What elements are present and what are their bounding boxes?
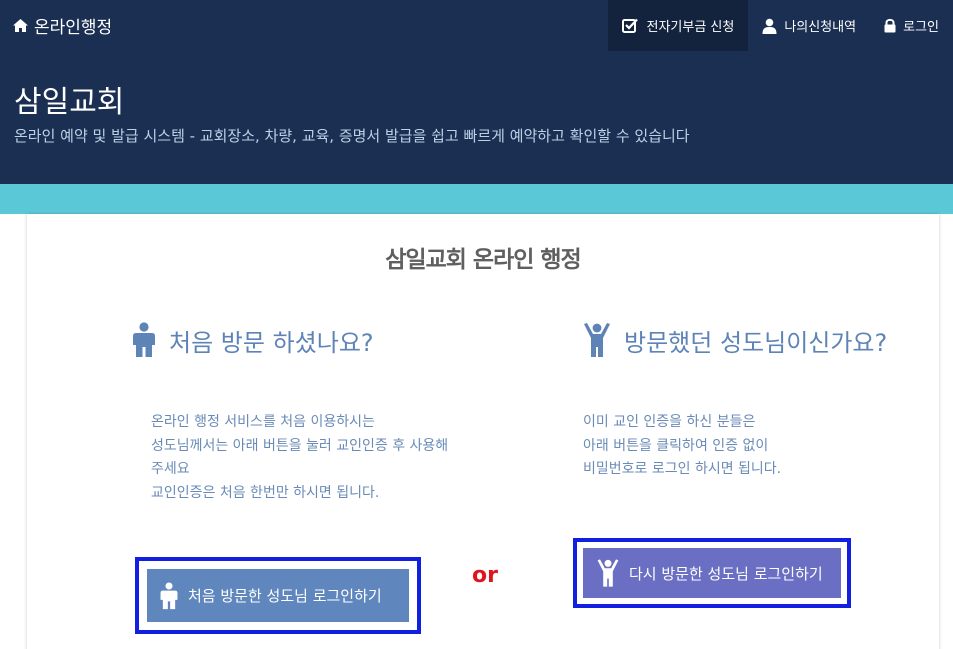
first-visit-heading-text: 처음 방문 하셨나요? (169, 328, 374, 357)
return-visit-line: 이미 교인 인증을 하신 분들은 (583, 414, 756, 430)
person-standing-icon (159, 580, 179, 612)
nav-item-login-label: 로그인 (903, 20, 939, 35)
accent-strip (0, 184, 953, 214)
return-visit-login-button[interactable]: 다시 방문한 성도님 로그인하기 (583, 548, 841, 598)
nav-item-donation[interactable]: 전자기부금 신청 (608, 0, 749, 51)
checkbox-icon (622, 18, 639, 33)
first-visit-description: 온라인 행정 서비스를 처음 이용하시는 성도님께서는 아래 버튼을 눌러 교인… (151, 411, 511, 505)
first-visit-line: 교인인증은 처음 한번만 하시면 됩니다. (151, 484, 380, 501)
return-visit-line: 비밀번호로 로그인 하시면 됩니다. (583, 461, 782, 477)
person-arms-up-icon (596, 557, 620, 589)
return-visit-description: 이미 교인 인증을 하신 분들은 아래 버튼을 클릭하여 인증 없이 비밀번호로… (583, 411, 883, 482)
return-visit-highlight-frame: 다시 방문한 성도님 로그인하기 (573, 538, 851, 608)
first-visit-line: 성도님께서는 아래 버튼을 눌러 교인인증 후 사용해 (151, 437, 449, 454)
lock-icon (884, 18, 896, 33)
hero-subtitle: 온라인 예약 및 발급 시스템 - 교회장소, 차량, 교육, 증명서 발급을 … (14, 127, 690, 145)
hero-title: 삼일교회 (14, 85, 125, 120)
nav-item-my-requests-label: 나의신청내역 (784, 20, 857, 35)
nav-item-my-requests[interactable]: 나의신청내역 (748, 0, 870, 51)
person-standing-icon (131, 322, 157, 358)
return-visit-line: 아래 버튼을 클릭하여 인증 없이 (583, 437, 769, 454)
return-visit-heading-text: 방문했던 성도님이신가요? (624, 328, 888, 357)
return-visit-login-label: 다시 방문한 성도님 로그인하기 (629, 564, 823, 583)
user-icon (762, 18, 777, 34)
first-visit-line: 주세요 (151, 461, 190, 477)
top-navbar: 온라인행정 전자기부금 신청 나의신청내역 로그인 (0, 0, 953, 51)
brand-link[interactable]: 온라인행정 (12, 0, 112, 51)
page-title: 삼일교회 온라인 행정 (385, 247, 581, 273)
or-label: or (472, 563, 498, 588)
person-arms-up-icon (582, 322, 612, 358)
first-visit-login-button[interactable]: 처음 방문한 성도님 로그인하기 (147, 569, 409, 622)
nav-item-donation-label: 전자기부금 신청 (646, 20, 735, 35)
brand-label: 온라인행정 (34, 18, 113, 38)
return-visit-heading: 방문했던 성도님이신가요? (582, 322, 887, 358)
first-visit-highlight-frame: 처음 방문한 성도님 로그인하기 (135, 557, 421, 634)
first-visit-line: 온라인 행정 서비스를 처음 이용하시는 (151, 414, 375, 430)
first-visit-login-label: 처음 방문한 성도님 로그인하기 (188, 587, 382, 605)
first-visit-heading: 처음 방문 하셨나요? (131, 322, 374, 358)
nav-item-login[interactable]: 로그인 (870, 0, 953, 51)
hero-banner: 삼일교회 온라인 예약 및 발급 시스템 - 교회장소, 차량, 교육, 증명서… (0, 51, 953, 184)
home-icon (12, 18, 29, 33)
